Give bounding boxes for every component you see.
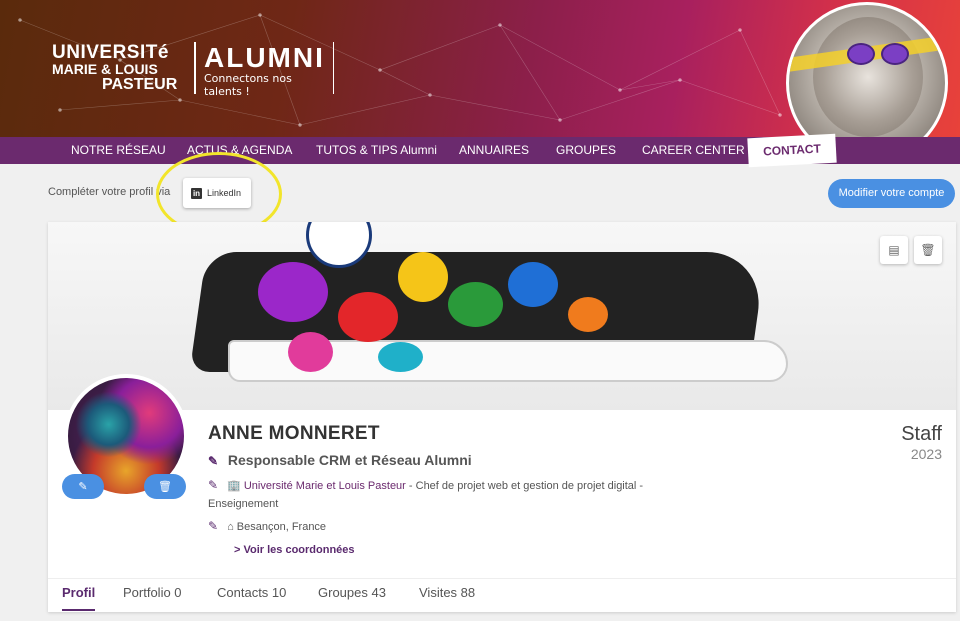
- nav-item-reseau[interactable]: NOTRE RÉSEAU: [71, 137, 166, 164]
- tab-profil[interactable]: Profil: [62, 585, 96, 611]
- paint-splash: [288, 332, 333, 372]
- profile-card: ▤ 🗑 ✎ 🗑 ANNE MONNERET ✎ Responsable CRM …: [48, 222, 956, 612]
- nav-item-contact[interactable]: CONTACT: [747, 133, 837, 168]
- alumni-logo[interactable]: ALUMNI Connectons nos talents !: [194, 42, 334, 98]
- edit-pencil-icon[interactable]: ✎: [208, 454, 224, 468]
- edit-pencil-icon[interactable]: ✎: [208, 519, 224, 533]
- paint-splash: [338, 292, 398, 342]
- organization-link[interactable]: Université Marie et Louis Pasteur: [244, 480, 406, 492]
- tab-groupes[interactable]: Groupes 43: [318, 585, 386, 611]
- profile-role: Responsable CRM et Réseau Alumni: [227, 452, 472, 468]
- paint-splash: [258, 262, 328, 322]
- edit-account-button[interactable]: Modifier votre compte: [828, 179, 955, 208]
- lion-glasses-left: [847, 43, 875, 65]
- profile-role-row: ✎ Responsable CRM et Réseau Alumni: [208, 452, 472, 468]
- university-logo-line1: UNIVERSITé: [52, 42, 169, 63]
- see-coordinates-link[interactable]: > Voir les coordonnées: [234, 544, 355, 556]
- status-label: Staff: [901, 423, 942, 445]
- profile-organization-row: ✎ 🏢 Université Marie et Louis Pasteur - …: [208, 476, 668, 513]
- lion-glasses-right: [881, 43, 909, 65]
- complete-profile-label: Compléter votre profil via: [48, 186, 171, 198]
- profile-tabs: Profil Portfolio 0 Contacts 10 Groupes 4…: [48, 578, 956, 612]
- university-logo-line3: PASTEUR: [102, 76, 178, 93]
- linkedin-button[interactable]: in LinkedIn: [183, 178, 251, 208]
- paint-splash: [508, 262, 558, 307]
- nav-item-groupes[interactable]: GROUPES: [556, 137, 616, 164]
- edit-avatar-button[interactable]: ✎: [62, 474, 104, 499]
- profile-name: ANNE MONNERET: [208, 423, 380, 444]
- alumni-title: ALUMNI: [204, 42, 325, 73]
- lion-mane: [813, 17, 923, 137]
- edit-pencil-icon[interactable]: ✎: [208, 476, 224, 494]
- university-logo-line2: MARIE & LOUIS: [52, 61, 158, 77]
- cover-image: ▤ 🗑: [48, 222, 956, 410]
- nav-item-annuaires[interactable]: ANNUAIRES: [459, 137, 529, 164]
- tab-contacts[interactable]: Contacts 10: [217, 585, 286, 611]
- status-year: 2023: [910, 446, 942, 462]
- nav-item-actus[interactable]: ACTUS & AGENDA: [187, 137, 292, 164]
- home-icon: ⌂: [227, 521, 234, 533]
- profile-location-row: ✎ ⌂ Besançon, France: [208, 519, 326, 533]
- delete-avatar-button[interactable]: 🗑: [144, 474, 186, 499]
- alumni-tagline: Connectons nos talents !: [204, 72, 292, 98]
- paint-splash: [568, 297, 608, 332]
- paint-splash: [448, 282, 503, 327]
- nav-item-career-center[interactable]: CAREER CENTER: [642, 137, 745, 164]
- tab-portfolio[interactable]: Portfolio 0: [123, 585, 182, 611]
- change-cover-icon[interactable]: ▤: [880, 236, 908, 264]
- tab-visites[interactable]: Visites 88: [419, 585, 475, 611]
- nav-item-tutos[interactable]: TUTOS & TIPS Alumni: [316, 137, 437, 164]
- paint-splash: [398, 252, 448, 302]
- delete-cover-icon[interactable]: 🗑: [914, 236, 942, 264]
- university-logo[interactable]: UNIVERSITé MARIE & LOUIS PASTEUR: [52, 42, 178, 93]
- linkedin-icon: in: [191, 187, 202, 199]
- paint-splash: [378, 342, 423, 372]
- linkedin-label: LinkedIn: [207, 188, 242, 198]
- profile-location: Besançon, France: [236, 521, 327, 533]
- building-icon: 🏢: [227, 480, 241, 492]
